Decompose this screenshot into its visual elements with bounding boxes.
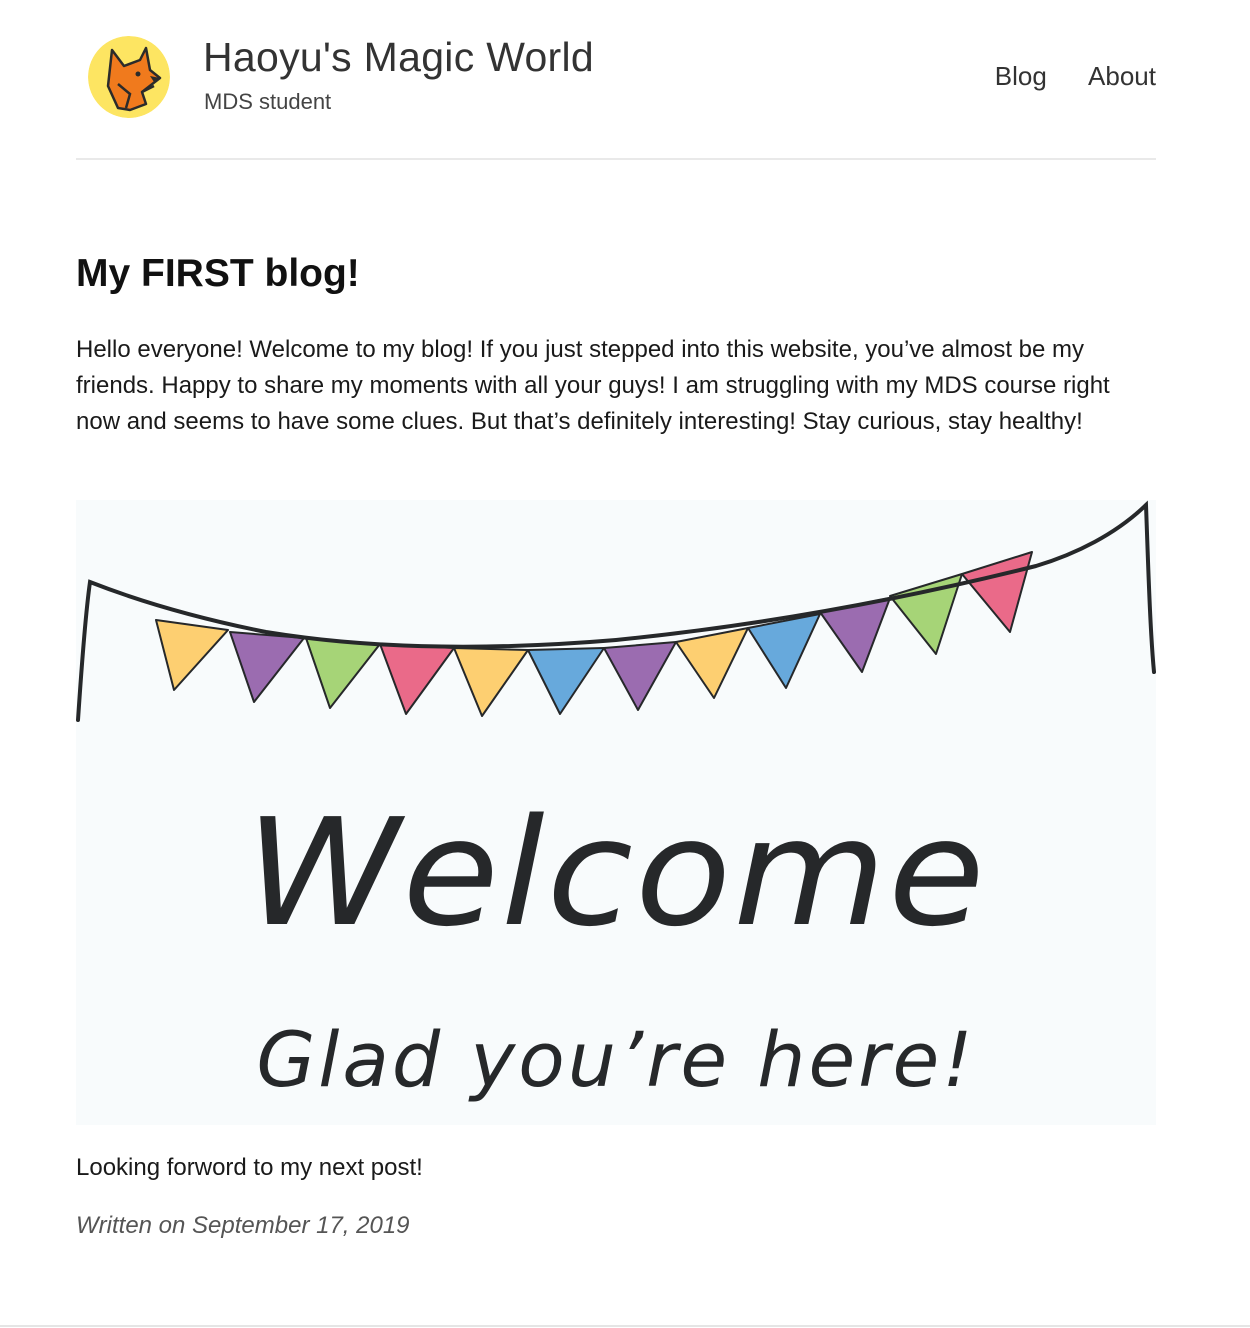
welcome-banner-image: Welcome Glad you’re here! bbox=[76, 500, 1156, 1125]
bunting-flag bbox=[527, 647, 605, 715]
site-header: Haoyu's Magic World MDS student Blog Abo… bbox=[76, 0, 1156, 160]
fox-avatar-icon[interactable] bbox=[88, 36, 170, 118]
bunting-flag bbox=[305, 637, 381, 709]
bunting-flag bbox=[229, 631, 305, 703]
nav-link-blog[interactable]: Blog bbox=[995, 61, 1047, 91]
bunting-flag bbox=[747, 613, 821, 689]
bunting-flag bbox=[675, 627, 749, 699]
site-nav: Blog About bbox=[961, 61, 1156, 92]
bunting-flag bbox=[603, 641, 677, 711]
post-title: My FIRST blog! bbox=[76, 252, 360, 295]
blog-post: My FIRST blog! Hello everyone! Welcome t… bbox=[76, 248, 1156, 440]
bunting-flag bbox=[453, 647, 529, 717]
site-title[interactable]: Haoyu's Magic World bbox=[203, 34, 594, 81]
welcome-headline: Welcome bbox=[245, 787, 987, 959]
post-intro-paragraph: Hello everyone! Welcome to my blog! If y… bbox=[76, 336, 1110, 435]
site-description: MDS student bbox=[204, 89, 332, 114]
bunting-flag bbox=[155, 619, 229, 691]
bunting-flag bbox=[961, 551, 1033, 633]
nav-link-about[interactable]: About bbox=[1088, 61, 1156, 91]
post-outro: Looking forword to my next post! bbox=[76, 1154, 423, 1181]
post-date: Written on September 17, 2019 bbox=[76, 1212, 410, 1239]
footer-divider bbox=[0, 1325, 1250, 1327]
bunting-flag bbox=[379, 643, 455, 715]
welcome-subline: Glad you’re here! bbox=[256, 1015, 976, 1104]
